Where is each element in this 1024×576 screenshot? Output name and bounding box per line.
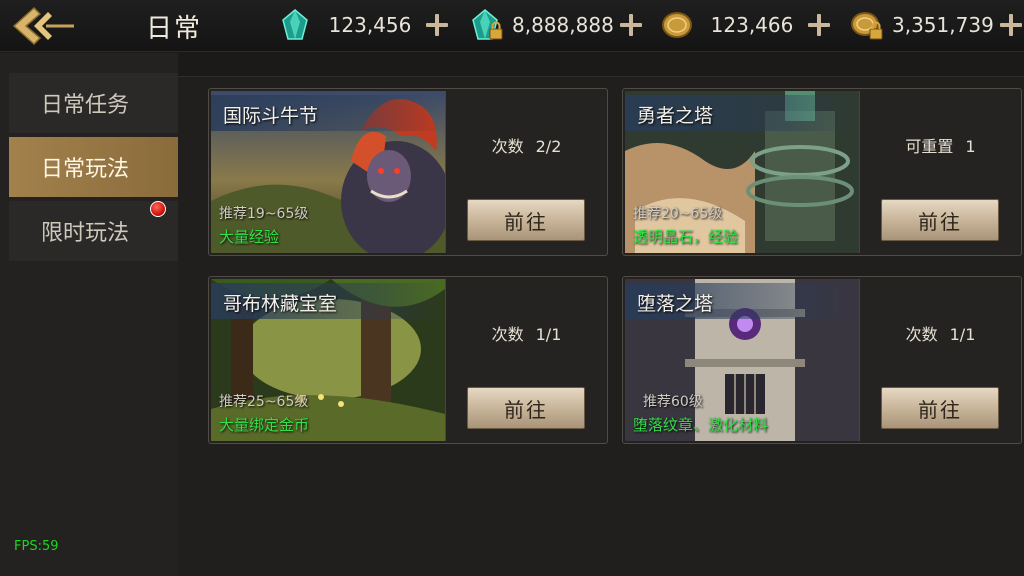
divider <box>445 91 446 253</box>
activity-title: 国际斗牛节 <box>223 105 319 127</box>
count-value: 1/1 <box>949 325 976 344</box>
recommended-level: 推荐19~65级 <box>219 206 309 222</box>
divider <box>859 279 860 441</box>
currency-value: 123,456 <box>328 13 412 37</box>
back-arrow-icon[interactable] <box>10 4 78 48</box>
count-label: 次数 <box>491 325 524 344</box>
sidebar: 日常任务 日常玩法 限时玩法 FPS:59 <box>0 53 178 576</box>
green-crystal-icon <box>282 9 308 40</box>
add-currency-button[interactable] <box>994 8 1024 42</box>
currency-locked-green-crystal: 8,888,888 <box>470 8 648 42</box>
attempt-count: 次数 2/2 <box>446 133 607 157</box>
divider <box>859 91 860 253</box>
count-label: 次数 <box>905 325 938 344</box>
sidebar-item-label: 限时玩法 <box>41 221 130 246</box>
activity-reward: 大量经验 <box>219 228 280 246</box>
go-button[interactable]: 前往 <box>467 199 585 241</box>
activity-card: 勇者之塔 推荐20~65级 透明晶石，经验 可重置 1 前往 <box>622 88 1022 256</box>
activity-title: 勇者之塔 <box>637 105 714 127</box>
recommended-level: 推荐20~65级 <box>633 206 723 222</box>
add-currency-button[interactable] <box>802 8 836 42</box>
divider <box>445 279 446 441</box>
activity-reward: 堕落纹章、激化材料 <box>633 416 769 434</box>
activity-title: 堕落之塔 <box>637 293 714 315</box>
go-button[interactable]: 前往 <box>467 387 585 429</box>
sidebar-item-daily-play[interactable]: 日常玩法 <box>9 137 178 197</box>
count-value: 1/1 <box>535 325 562 344</box>
add-currency-button[interactable] <box>420 8 454 42</box>
gold-coin-icon <box>662 12 692 38</box>
activity-title: 哥布林藏宝室 <box>223 293 338 315</box>
sidebar-item-label: 日常任务 <box>41 93 130 118</box>
attempt-count: 可重置 1 <box>860 133 1021 157</box>
locked-gold-coin-icon <box>851 12 883 40</box>
activity-reward: 透明晶石，经验 <box>633 228 739 246</box>
notification-badge <box>150 201 166 217</box>
activity-card: 哥布林藏宝室 推荐25~65级 大量绑定金币 次数 1/1 前往 <box>208 276 608 444</box>
activity-card: 国际斗牛节 推荐19~65级 大量经验 次数 2/2 前往 <box>208 88 608 256</box>
sidebar-item-label: 日常玩法 <box>41 157 130 182</box>
count-label: 可重置 <box>905 137 954 156</box>
recommended-level: 推荐60级 <box>643 394 703 410</box>
currency-value: 8,888,888 <box>512 13 614 37</box>
sidebar-item-daily-tasks[interactable]: 日常任务 <box>9 73 178 133</box>
locked-green-crystal-icon <box>472 9 503 40</box>
attempt-count: 次数 1/1 <box>446 321 607 345</box>
currency-green-crystal: 123,456 <box>278 8 454 42</box>
currency-value: 3,351,739 <box>892 13 994 37</box>
go-button[interactable]: 前往 <box>881 199 999 241</box>
recommended-level: 推荐25~65级 <box>219 394 309 410</box>
activity-reward: 大量绑定金币 <box>219 416 310 434</box>
go-button[interactable]: 前往 <box>881 387 999 429</box>
currency-locked-gold-coin: 3,351,739 <box>850 8 1024 42</box>
activity-panel: 国际斗牛节 推荐19~65级 大量经验 次数 2/2 前往 勇者之塔 推荐20~6… <box>178 76 1024 576</box>
count-value: 1 <box>965 137 976 156</box>
attempt-count: 次数 1/1 <box>860 321 1021 345</box>
top-bar: 日常 123,456 8,888,888 123,466 3,351,739 <box>0 0 1024 52</box>
add-currency-button[interactable] <box>614 8 648 42</box>
page-title: 日常 <box>146 14 203 44</box>
sidebar-item-limited-play[interactable]: 限时玩法 <box>9 201 178 261</box>
activity-card: 堕落之塔 推荐60级 堕落纹章、激化材料 次数 1/1 前往 <box>622 276 1022 444</box>
count-value: 2/2 <box>535 137 562 156</box>
count-label: 次数 <box>491 137 524 156</box>
fps-counter: FPS:59 <box>14 539 59 554</box>
currency-gold-coin: 123,466 <box>660 8 836 42</box>
currency-value: 123,466 <box>710 13 794 37</box>
